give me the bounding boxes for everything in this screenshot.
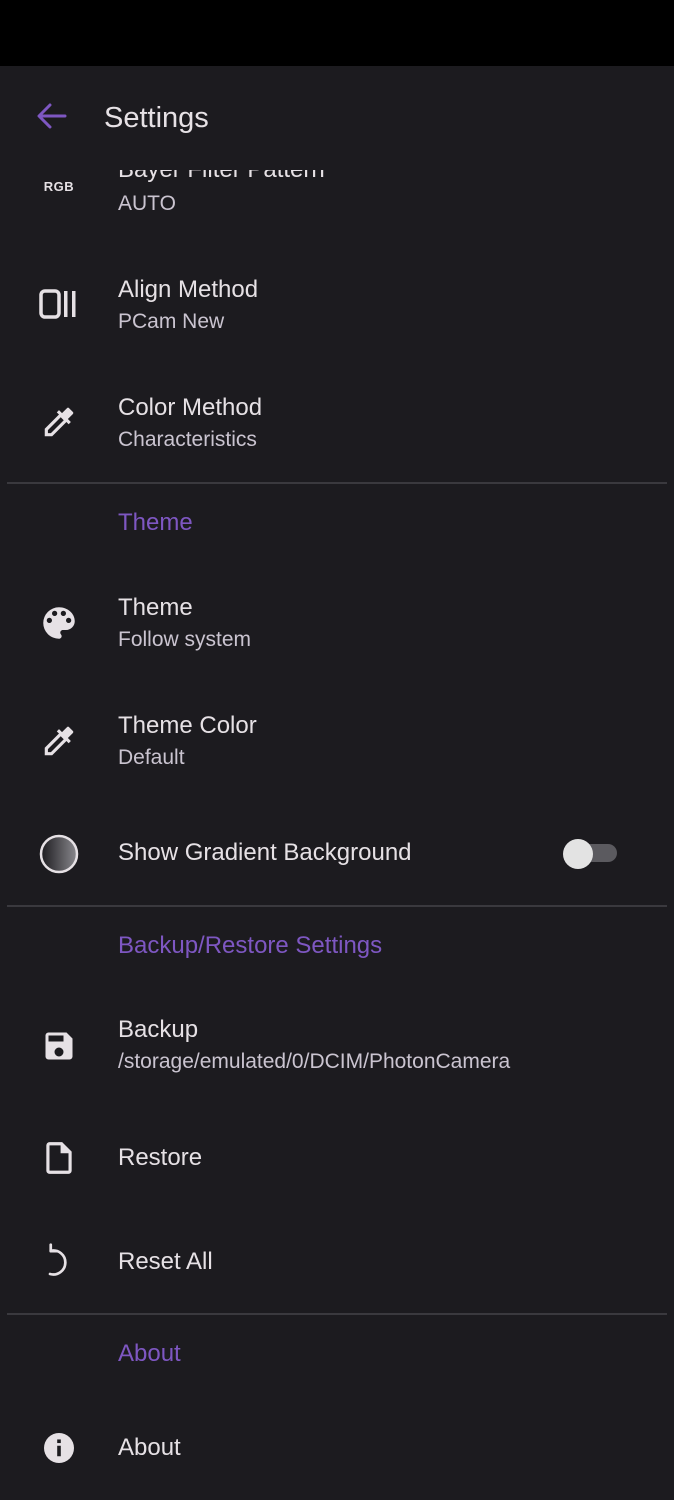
backup-section-header: Backup/Restore Settings [118, 932, 383, 959]
restore-title: Restore [118, 1144, 203, 1171]
color-method-row[interactable]: Color Method Characteristics [0, 368, 674, 478]
about-row[interactable]: About [0, 1400, 674, 1496]
align-method-row[interactable]: Align Method PCam New [0, 250, 674, 360]
undo-icon [37, 1240, 81, 1284]
color-method-summary: Characteristics [118, 428, 257, 451]
divider [7, 482, 667, 484]
align-icon [37, 282, 81, 326]
eyedropper-icon [37, 719, 81, 763]
gradient-background-switch[interactable] [563, 837, 617, 869]
settings-list[interactable]: RGB Bayer Filter Pattern AUTO Align Meth… [0, 0, 674, 1500]
eyedropper-icon [37, 400, 81, 444]
divider [7, 905, 667, 907]
theme-color-row[interactable]: Theme Color Default [0, 686, 674, 796]
reset-all-row[interactable]: Reset All [0, 1214, 674, 1310]
restore-row[interactable]: Restore [0, 1110, 674, 1206]
backup-path: /storage/emulated/0/DCIM/PhotonCamera [118, 1050, 511, 1073]
about-section-header: About [118, 1340, 181, 1367]
back-button[interactable] [30, 94, 74, 138]
backup-row[interactable]: Backup /storage/emulated/0/DCIM/PhotonCa… [0, 990, 674, 1100]
save-icon [37, 1024, 81, 1068]
theme-row[interactable]: Theme Follow system [0, 568, 674, 678]
reset-all-title: Reset All [118, 1248, 213, 1275]
rgb-icon-text: RGB [43, 178, 75, 194]
theme-color-title: Theme Color [118, 712, 257, 739]
align-method-title: Align Method [118, 276, 259, 303]
backup-title: Backup [118, 1016, 199, 1043]
theme-color-summary: Default [118, 746, 185, 769]
gradient-circle-icon [37, 832, 81, 876]
gradient-background-title: Show Gradient Background [118, 839, 412, 866]
theme-summary: Follow system [118, 628, 252, 651]
about-title: About [118, 1434, 181, 1461]
theme-title: Theme [118, 594, 193, 621]
divider [7, 1313, 667, 1315]
align-method-summary: PCam New [118, 310, 225, 333]
theme-section-header: Theme [118, 509, 193, 536]
color-method-title: Color Method [118, 394, 263, 421]
switch-thumb [563, 839, 593, 869]
bayer-filter-summary: AUTO [118, 192, 176, 215]
page-title: Settings [104, 102, 209, 134]
back-arrow-icon [37, 103, 67, 129]
file-icon [37, 1136, 81, 1180]
info-icon [37, 1426, 81, 1470]
palette-icon [37, 601, 81, 645]
rgb-icon: RGB [37, 164, 81, 208]
app-bar: Settings [0, 66, 674, 170]
gradient-background-row[interactable]: Show Gradient Background [0, 806, 674, 902]
